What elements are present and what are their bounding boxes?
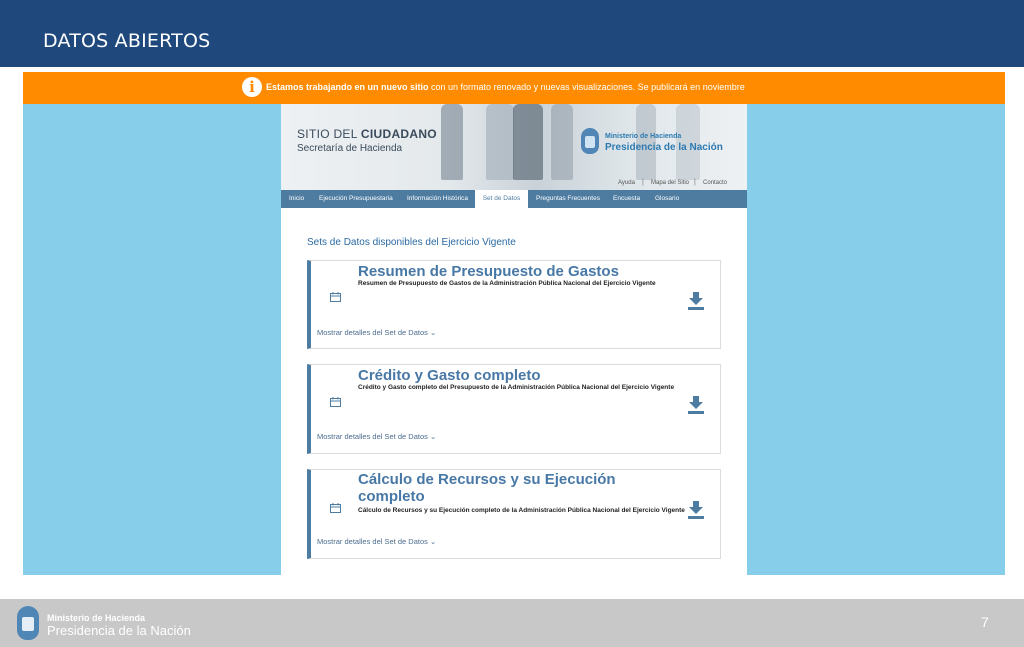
util-separator: | [642, 179, 644, 186]
show-details-link[interactable]: Mostrar detalles del Set de Datos ⌄ [317, 537, 436, 546]
show-details-link[interactable]: Mostrar detalles del Set de Datos ⌄ [317, 432, 436, 441]
nav-glosario[interactable]: Glosario [655, 195, 679, 202]
footer-ministry: Ministerio de Hacienda [47, 613, 146, 623]
notice-banner: i Estamos trabajando en un nuevo sitio c… [23, 72, 1005, 104]
download-icon[interactable] [688, 292, 704, 310]
page-number: 7 [981, 614, 989, 630]
util-link-contacto[interactable]: Contacto [703, 180, 727, 186]
coat-of-arms-icon [581, 128, 599, 154]
calendar-icon [330, 397, 341, 407]
nav-ejecucion[interactable]: Ejecución Presupuestaria [319, 195, 393, 202]
card-title[interactable]: Resumen de Presupuesto de Gastos [358, 263, 619, 280]
slide-title: DATOS ABIERTOS [43, 30, 211, 52]
nav-set-datos[interactable]: Set de Datos [475, 190, 528, 208]
nav-informacion[interactable]: Información Histórica [407, 195, 468, 202]
site-page: SITIO DEL CIUDADANO Secretaría de Hacien… [281, 104, 747, 575]
footer-presidency: Presidencia de la Nación [47, 623, 191, 638]
website-screenshot: i Estamos trabajando en un nuevo sitio c… [23, 72, 1005, 575]
dataset-card: Cálculo de Recursos y su Ejecución compl… [307, 469, 721, 559]
slide-header: DATOS ABIERTOS [0, 0, 1024, 67]
site-name[interactable]: SITIO DEL CIUDADANO [297, 127, 437, 141]
slide-footer: Ministerio de Hacienda Presidencia de la… [0, 599, 1024, 647]
card-title[interactable]: Crédito y Gasto completo [358, 367, 541, 384]
info-icon: i [242, 77, 262, 97]
card-title-line2[interactable]: completo [358, 488, 425, 505]
site-nav: Inicio Ejecución Presupuestaria Informac… [281, 190, 747, 208]
show-details-link[interactable]: Mostrar detalles del Set de Datos ⌄ [317, 328, 436, 337]
photo-figure [551, 104, 573, 180]
calendar-icon [330, 292, 341, 302]
notice-text: Estamos trabajando en un nuevo sitio con… [266, 82, 745, 92]
download-icon[interactable] [688, 396, 704, 414]
photo-figure [513, 104, 543, 180]
util-link-ayuda[interactable]: Ayuda [618, 180, 635, 186]
photo-figure [486, 104, 514, 180]
card-title-line1[interactable]: Cálculo de Recursos y su Ejecución [358, 471, 616, 488]
logo-presidency-text: Presidencia de la Nación [605, 142, 723, 153]
card-description: Cálculo de Recursos y su Ejecución compl… [358, 507, 685, 514]
download-icon[interactable] [688, 501, 704, 519]
util-link-mapa[interactable]: Mapa del Sitio [651, 180, 689, 186]
coat-of-arms-icon [17, 606, 39, 640]
dataset-card: Crédito y Gasto completo Crédito y Gasto… [307, 364, 721, 454]
card-description: Crédito y Gasto completo del Presupuesto… [358, 384, 675, 391]
calendar-icon [330, 503, 341, 513]
sets-title: Sets de Datos disponibles del Ejercicio … [307, 237, 516, 248]
util-separator: | [694, 179, 696, 186]
site-subtitle: Secretaría de Hacienda [297, 143, 403, 154]
ministry-logo[interactable]: Ministerio de Hacienda Presidencia de la… [581, 128, 741, 158]
card-description: Resumen de Presupuesto de Gastos de la A… [358, 280, 656, 287]
photo-figure [441, 104, 463, 180]
nav-encuesta[interactable]: Encuesta [613, 195, 640, 202]
nav-preguntas[interactable]: Preguntas Frecuentes [536, 195, 600, 202]
nav-inicio[interactable]: Inicio [289, 195, 304, 202]
dataset-card: Resumen de Presupuesto de Gastos Resumen… [307, 260, 721, 349]
logo-ministry-text: Ministerio de Hacienda [605, 133, 682, 140]
site-header: SITIO DEL CIUDADANO Secretaría de Hacien… [281, 104, 747, 190]
